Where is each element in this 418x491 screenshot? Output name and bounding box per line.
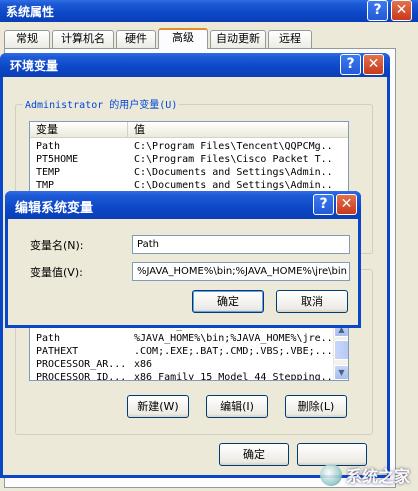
variable-value: x86 <box>134 359 153 370</box>
list-item[interactable]: PATHEXT .COM;.EXE;.BAT;.CMD;.VBS;.VBE;..… <box>30 345 332 358</box>
tab-hardware[interactable]: 硬件 <box>116 30 156 48</box>
help-button[interactable]: ? <box>367 0 388 21</box>
variable-name: PT5HOME <box>36 154 79 165</box>
help-button[interactable]: ? <box>313 194 334 215</box>
variable-name: Path <box>36 141 61 152</box>
variable-value: C:\Program Files\Cisco Packet T... <box>134 154 332 165</box>
tab-remote[interactable]: 远程 <box>268 30 312 48</box>
list-header: 变量 值 <box>30 122 348 138</box>
edit-dialog-titlebar: 编辑系统变量 <box>5 191 361 219</box>
tab-general[interactable]: 常规 <box>4 30 50 48</box>
dialog-title: 编辑系统变量 <box>15 201 94 216</box>
list-item[interactable]: PROCESSOR_ID... x86 Family 15 Model 44 S… <box>30 371 332 381</box>
variable-name-label: 变量名(N): <box>30 239 84 252</box>
edit-dialog-body: 变量名(N): Path 变量值(V): %JAVA_HOME%\bin;%JA… <box>8 219 358 325</box>
ok-button[interactable]: 确定 <box>219 443 289 466</box>
scroll-down-icon[interactable]: ▼ <box>334 365 348 380</box>
column-header-variable[interactable]: 变量 <box>30 122 128 138</box>
close-button[interactable]: ✕ <box>336 194 357 215</box>
list-item[interactable]: Path C:\Program Files\Tencent\QQPCMg... <box>30 140 332 153</box>
user-variables-label: Administrator 的用户变量(U) <box>23 96 180 111</box>
list-item[interactable]: PROCESSOR_AR... x86 <box>30 358 332 371</box>
system-variables-list[interactable]: OS Windows_NT Path %JAVA_HOME%\bin;%JAVA… <box>29 321 349 381</box>
variable-name-field[interactable]: Path <box>132 235 350 254</box>
scroll-thumb[interactable] <box>334 340 348 360</box>
cancel-button[interactable]: 取消 <box>276 290 348 313</box>
tab-advanced[interactable]: 高级 <box>158 28 208 49</box>
window-title: 环境变量 <box>10 59 59 73</box>
variable-value: %JAVA_HOME%\bin;%JAVA_HOME%\jre... <box>134 333 332 344</box>
edit-button[interactable]: 编辑(I) <box>206 395 268 418</box>
variable-name: PROCESSOR_AR... <box>36 359 127 370</box>
environment-variables-titlebar: 环境变量 <box>0 53 390 77</box>
list-item[interactable]: PT5HOME C:\Program Files\Cisco Packet T.… <box>30 153 332 166</box>
vertical-scrollbar[interactable]: ▲ ▼ <box>333 322 348 380</box>
variable-name: PROCESSOR_ID... <box>36 372 127 381</box>
variable-value: C:\Documents and Settings\Admin... <box>134 167 332 178</box>
tab-strip: 常规 计算机名 硬件 高级 自动更新 远程 <box>4 28 414 49</box>
user-variables-list[interactable]: 变量 值 Path C:\Program Files\Tencent\QQPCM… <box>29 121 349 193</box>
window-title: 系统属性 <box>6 5 55 19</box>
column-header-value[interactable]: 值 <box>128 122 348 138</box>
variable-name: Path <box>36 333 61 344</box>
close-button[interactable]: ✕ <box>391 0 412 21</box>
watermark-text: 系统之家 <box>345 467 410 486</box>
system-properties-titlebar: 系统属性 <box>0 0 418 22</box>
variable-name: TEMP <box>36 167 61 178</box>
watermark-logo-icon <box>319 464 342 486</box>
list-item[interactable]: TEMP C:\Documents and Settings\Admin... <box>30 166 332 179</box>
variable-value-label: 变量值(V): <box>30 266 83 279</box>
variable-value: x86 Family 15 Model 44 Stepping... <box>134 372 332 381</box>
edit-system-variable-dialog: 编辑系统变量 ? ✕ 变量名(N): Path 变量值(V): %JAVA_HO… <box>5 191 361 328</box>
variable-name: PATHEXT <box>36 346 79 357</box>
list-item[interactable]: Path %JAVA_HOME%\bin;%JAVA_HOME%\jre... <box>30 332 332 345</box>
variable-value: .COM;.EXE;.BAT;.CMD;.VBS;.VBE;... <box>134 346 332 357</box>
help-button[interactable]: ? <box>340 54 361 75</box>
variable-value: C:\Program Files\Tencent\QQPCMg... <box>134 141 332 152</box>
close-button[interactable]: ✕ <box>363 54 384 75</box>
tab-automatic-updates[interactable]: 自动更新 <box>210 30 266 48</box>
variable-value-field[interactable]: %JAVA_HOME%\bin;%JAVA_HOME%\jre\bin <box>132 262 350 281</box>
tab-computer-name[interactable]: 计算机名 <box>52 30 114 48</box>
delete-button[interactable]: 删除(L) <box>285 395 347 418</box>
ok-button[interactable]: 确定 <box>192 290 264 313</box>
new-button[interactable]: 新建(W) <box>127 395 189 418</box>
site-watermark: 系统之家 <box>319 463 410 487</box>
